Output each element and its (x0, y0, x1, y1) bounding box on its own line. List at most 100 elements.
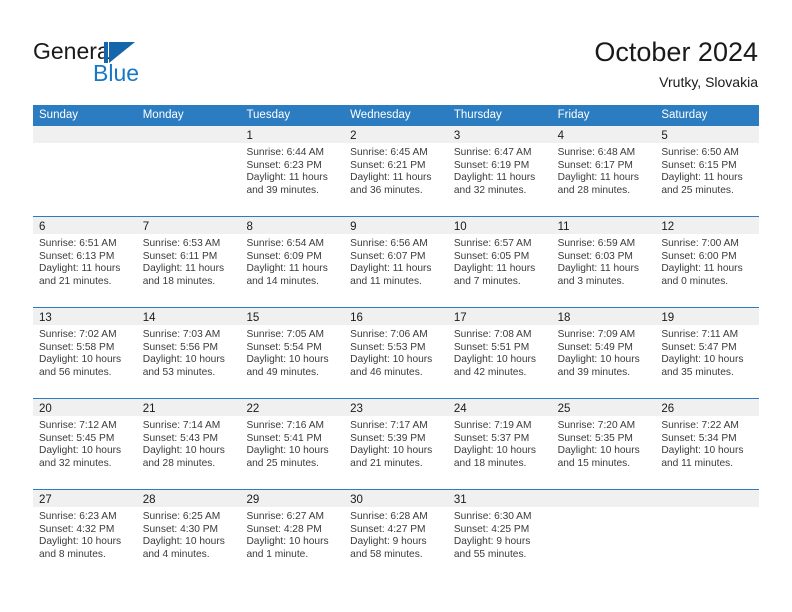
calendar-cell-day[interactable]: 18 Sunrise: 7:09 AM Sunset: 5:49 PM Dayligh… (551, 308, 656, 398)
day-details: Sunrise: 6:45 AM Sunset: 6:21 PM Daylight:… (344, 143, 448, 197)
calendar-cell-day[interactable]: 19 Sunrise: 7:11 AM Sunset: 5:47 PM Dayligh… (655, 308, 760, 398)
calendar-cell-day[interactable]: 13 Sunrise: 7:02 AM Sunset: 5:58 PM Dayligh… (33, 308, 137, 398)
sunrise-text: Sunrise: 7:02 AM (39, 329, 117, 340)
daylight-text: Daylight: 10 hours and 1 minute. (246, 536, 329, 560)
day-number: 30 (350, 494, 363, 506)
sunset-text: Sunset: 5:49 PM (557, 341, 633, 353)
sunrise-text: Sunrise: 7:17 AM (350, 420, 428, 431)
calendar-cell-day[interactable]: 1 Sunrise: 6:44 AM Sunset: 6:23 PM Daylight… (240, 126, 345, 216)
daylight-text: Daylight: 10 hours and 18 minutes. (453, 445, 536, 469)
calendar-cell-day[interactable]: 29 Sunrise: 6:27 AM Sunset: 4:28 PM Dayligh… (240, 490, 345, 580)
sunrise-text: Sunrise: 7:19 AM (453, 420, 532, 431)
day-details: Sunrise: 6:27 AM Sunset: 4:28 PM Daylight:… (240, 507, 344, 561)
day-details: Sunrise: 7:20 AM Sunset: 5:35 PM Daylight:… (552, 416, 656, 470)
sunset-text: Sunset: 6:07 PM (350, 250, 426, 262)
day-number: 6 (39, 221, 46, 233)
day-details: Sunrise: 6:25 AM Sunset: 4:30 PM Daylight:… (137, 507, 241, 561)
daylight-text: Daylight: 10 hours and 21 minutes. (350, 445, 433, 469)
day-number-band: 7 (136, 217, 241, 234)
calendar-cell-day[interactable]: 6 Sunrise: 6:51 AM Sunset: 6:13 PM Daylight… (33, 217, 137, 307)
calendar-cell-day[interactable]: 5 Sunrise: 6:50 AM Sunset: 6:15 PM Daylight… (655, 126, 760, 216)
calendar-week-row: 13 Sunrise: 7:02 AM Sunset: 5:58 PM Dayligh… (33, 307, 760, 398)
day-details: Sunrise: 7:17 AM Sunset: 5:39 PM Daylight:… (344, 416, 448, 470)
sunset-text: Sunset: 6:09 PM (246, 250, 322, 262)
calendar-cell-day[interactable]: 31 Sunrise: 6:30 AM Sunset: 4:25 PM Dayligh… (447, 490, 552, 580)
day-details: Sunrise: 7:05 AM Sunset: 5:54 PM Daylight:… (240, 325, 344, 379)
day-number: 7 (142, 221, 150, 233)
day-number: 9 (350, 221, 357, 233)
calendar-cell-day[interactable]: 2 Sunrise: 6:45 AM Sunset: 6:21 PM Daylight… (344, 126, 448, 216)
day-number-band: 19 (655, 308, 760, 325)
sunrise-text: Sunrise: 7:05 AM (246, 329, 325, 340)
calendar-cell-day[interactable]: 12 Sunrise: 7:00 AM Sunset: 6:00 PM Dayligh… (655, 217, 760, 307)
calendar-cell-day[interactable]: 16 Sunrise: 7:06 AM Sunset: 5:53 PM Dayligh… (344, 308, 448, 398)
day-number: 22 (246, 403, 260, 415)
calendar-cell-day[interactable]: 14 Sunrise: 7:03 AM Sunset: 5:56 PM Dayligh… (136, 308, 241, 398)
calendar-cell-day[interactable]: 9 Sunrise: 6:56 AM Sunset: 6:07 PM Daylight… (344, 217, 448, 307)
calendar-cell-empty (551, 490, 656, 580)
calendar-cell-day[interactable]: 22 Sunrise: 7:16 AM Sunset: 5:41 PM Dayligh… (240, 399, 345, 489)
calendar-week-row: 6 Sunrise: 6:51 AM Sunset: 6:13 PM Daylight… (33, 216, 760, 307)
sunset-text: Sunset: 5:45 PM (39, 432, 115, 444)
day-details: Sunrise: 7:03 AM Sunset: 5:56 PM Daylight:… (137, 325, 241, 379)
day-details: Sunrise: 6:54 AM Sunset: 6:09 PM Daylight:… (240, 234, 344, 288)
day-details: Sunrise: 7:09 AM Sunset: 5:49 PM Daylight:… (552, 325, 656, 379)
day-number: 8 (246, 221, 253, 233)
calendar-cell-day[interactable]: 20 Sunrise: 7:12 AM Sunset: 5:45 PM Dayligh… (33, 399, 137, 489)
calendar-cell-day[interactable]: 21 Sunrise: 7:14 AM Sunset: 5:43 PM Dayligh… (136, 399, 241, 489)
calendar-cell-day[interactable]: 28 Sunrise: 6:25 AM Sunset: 4:30 PM Dayligh… (136, 490, 241, 580)
calendar-cell-day[interactable]: 30 Sunrise: 6:28 AM Sunset: 4:27 PM Dayligh… (344, 490, 448, 580)
daylight-text: Daylight: 10 hours and 53 minutes. (142, 354, 225, 378)
sunset-text: Sunset: 4:27 PM (350, 523, 426, 535)
day-number-band: 1 (240, 126, 345, 143)
sunrise-text: Sunrise: 6:56 AM (350, 238, 428, 249)
sunrise-text: Sunrise: 6:27 AM (246, 511, 325, 522)
weekday-header-saturday: Saturday (661, 109, 708, 121)
day-number: 21 (142, 403, 156, 415)
day-number: 15 (246, 312, 260, 324)
calendar-cell-day[interactable]: 10 Sunrise: 6:57 AM Sunset: 6:05 PM Dayligh… (447, 217, 552, 307)
day-details: Sunrise: 6:30 AM Sunset: 4:25 PM Daylight:… (448, 507, 552, 561)
calendar-cell-day[interactable]: 17 Sunrise: 7:08 AM Sunset: 5:51 PM Dayligh… (447, 308, 552, 398)
weekday-header-sunday: Sunday (39, 109, 79, 121)
sunset-text: Sunset: 6:03 PM (557, 250, 633, 262)
daylight-text: Daylight: 11 hours and 25 minutes. (661, 172, 743, 196)
day-number-band: 14 (136, 308, 241, 325)
calendar-cell-day[interactable]: 3 Sunrise: 6:47 AM Sunset: 6:19 PM Daylight… (447, 126, 552, 216)
sunset-text: Sunset: 5:51 PM (453, 341, 530, 353)
calendar-week-row: 1 Sunrise: 6:44 AM Sunset: 6:23 PM Daylight… (33, 126, 760, 216)
day-number: 14 (142, 312, 156, 324)
sunrise-text: Sunrise: 6:25 AM (142, 511, 221, 522)
sunset-text: Sunset: 5:37 PM (453, 432, 530, 444)
day-details: Sunrise: 7:19 AM Sunset: 5:37 PM Daylight:… (448, 416, 552, 470)
sunset-text: Sunset: 4:30 PM (142, 523, 219, 535)
daylight-text: Daylight: 10 hours and 4 minutes. (142, 536, 225, 560)
weekday-header-monday: Monday (142, 109, 184, 121)
calendar-cell-day[interactable]: 25 Sunrise: 7:20 AM Sunset: 5:35 PM Dayligh… (551, 399, 656, 489)
day-number: 19 (661, 312, 675, 324)
day-number-band: 4 (551, 126, 656, 143)
calendar-grid: Sunday Monday Tuesday Wednesday Thursday Frid… (33, 105, 760, 580)
daylight-text: Daylight: 11 hours and 21 minutes. (39, 263, 121, 287)
calendar-cell-day[interactable]: 8 Sunrise: 6:54 AM Sunset: 6:09 PM Daylight… (240, 217, 345, 307)
day-number: 17 (453, 312, 467, 324)
calendar-cell-day[interactable]: 11 Sunrise: 6:59 AM Sunset: 6:03 PM Dayligh… (551, 217, 656, 307)
daylight-text: Daylight: 11 hours and 39 minutes. (246, 172, 328, 196)
calendar-cell-day[interactable]: 7 Sunrise: 6:53 AM Sunset: 6:11 PM Daylight… (136, 217, 241, 307)
calendar-cell-day[interactable]: 4 Sunrise: 6:48 AM Sunset: 6:17 PM Daylight… (551, 126, 656, 216)
sunrise-text: Sunrise: 7:20 AM (557, 420, 636, 431)
brand-logo[interactable]: General Blue (33, 38, 263, 88)
calendar-cell-day[interactable]: 15 Sunrise: 7:05 AM Sunset: 5:54 PM Dayligh… (240, 308, 345, 398)
sunrise-text: Sunrise: 6:28 AM (350, 511, 428, 522)
calendar-cell-day[interactable]: 26 Sunrise: 7:22 AM Sunset: 5:34 PM Dayligh… (655, 399, 760, 489)
calendar-cell-day[interactable]: 23 Sunrise: 7:17 AM Sunset: 5:39 PM Dayligh… (344, 399, 448, 489)
day-details: Sunrise: 6:57 AM Sunset: 6:05 PM Daylight:… (448, 234, 552, 288)
day-number-band: 20 (33, 399, 137, 416)
sunset-text: Sunset: 5:54 PM (246, 341, 322, 353)
calendar-cell-day[interactable]: 24 Sunrise: 7:19 AM Sunset: 5:37 PM Dayligh… (447, 399, 552, 489)
day-number-band: 23 (344, 399, 448, 416)
sunset-text: Sunset: 6:11 PM (142, 250, 218, 262)
day-number-band: 9 (344, 217, 448, 234)
day-number-band: 3 (447, 126, 552, 143)
calendar-cell-day[interactable]: 27 Sunrise: 6:23 AM Sunset: 4:32 PM Dayligh… (33, 490, 137, 580)
